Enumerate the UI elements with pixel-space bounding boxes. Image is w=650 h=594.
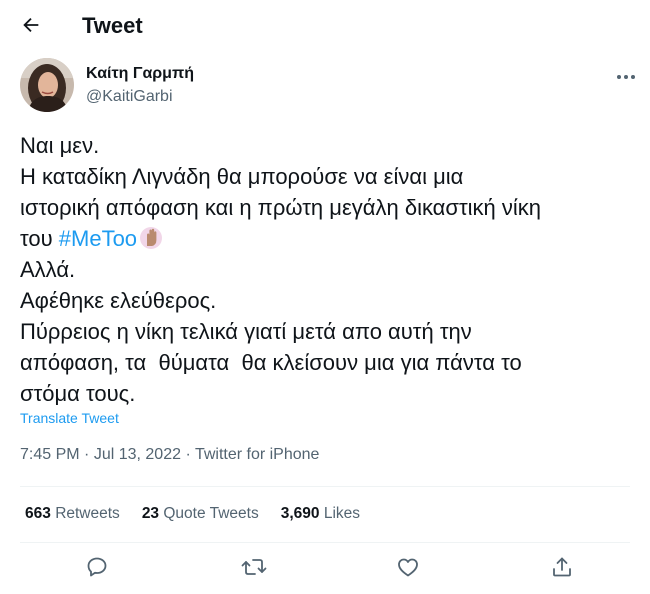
tweet-line: Αφέθηκε ελεύθερος.: [20, 288, 217, 313]
raised-hand-emoji: [140, 226, 163, 258]
tweet-line: στόμα τους.: [20, 381, 136, 406]
tweet-line: απόφαση, τα θύματα θα κλείσουν μια για π…: [20, 350, 522, 375]
retweets-label: Retweets: [55, 505, 120, 522]
share-icon: [550, 555, 574, 584]
more-horizontal-icon: [616, 67, 636, 85]
retweet-icon: [241, 555, 267, 584]
hashtag-link[interactable]: #MeToo: [59, 226, 137, 251]
like-button[interactable]: [395, 556, 421, 582]
retweets-stat[interactable]: 663 Retweets: [25, 505, 120, 523]
tweet-line: ιστορική απόφαση και η πρώτη μεγάλη δικα…: [20, 195, 542, 220]
tweet-line: Πύρρειος η νίκη τελικά γιατί μετά απο αυ…: [20, 319, 472, 344]
quote-tweets-stat[interactable]: 23 Quote Tweets: [142, 505, 259, 523]
divider: [20, 486, 630, 487]
more-options-button[interactable]: [612, 66, 640, 86]
back-button[interactable]: [14, 10, 48, 44]
likes-count: 3,690: [280, 505, 320, 522]
tweet-source[interactable]: Twitter for iPhone: [195, 446, 320, 463]
tweet-line: Αλλά.: [20, 257, 76, 282]
tweet-text: Ναι μεν. Η καταδίκη Λιγνάδη θα μπορούσε …: [20, 130, 640, 409]
share-button[interactable]: [549, 556, 575, 582]
tweet-line: του #MeToo: [20, 223, 640, 254]
tweet-line: Ναι μεν.: [20, 133, 100, 158]
tweet-stats: 663 Retweets 23 Quote Tweets 3,690 Likes: [25, 505, 382, 523]
translate-tweet-link[interactable]: Translate Tweet: [20, 410, 119, 426]
avatar[interactable]: [20, 58, 74, 112]
retweets-count: 663: [25, 505, 51, 522]
reply-icon: [85, 555, 109, 584]
author-handle[interactable]: @KaitiGarbi: [86, 88, 173, 106]
likes-label: Likes: [323, 505, 361, 522]
tweet-line-text: του: [20, 226, 59, 251]
tweet-meta: 7:45 PM · Jul 13, 2022 · Twitter for iPh…: [20, 446, 319, 464]
tweet-date[interactable]: Jul 13, 2022: [94, 446, 181, 463]
divider: [20, 542, 630, 543]
reply-button[interactable]: [84, 556, 110, 582]
author-name[interactable]: Καίτη Γαρμπή: [86, 65, 194, 83]
like-icon: [396, 555, 420, 584]
retweet-button[interactable]: [241, 556, 267, 582]
page-title: Tweet: [82, 13, 143, 38]
arrow-left-icon: [20, 14, 42, 41]
tweet-time[interactable]: 7:45 PM: [20, 446, 80, 463]
tweet-header: Tweet: [0, 0, 650, 54]
meta-separator: ·: [79, 446, 94, 463]
meta-separator: ·: [181, 446, 195, 463]
likes-stat[interactable]: 3,690 Likes: [281, 505, 360, 523]
quote-tweets-count: 23: [141, 505, 160, 522]
tweet-line: Η καταδίκη Λιγνάδη θα μπορούσε να είναι …: [20, 164, 464, 189]
quote-tweets-label: Quote Tweets: [163, 505, 259, 522]
